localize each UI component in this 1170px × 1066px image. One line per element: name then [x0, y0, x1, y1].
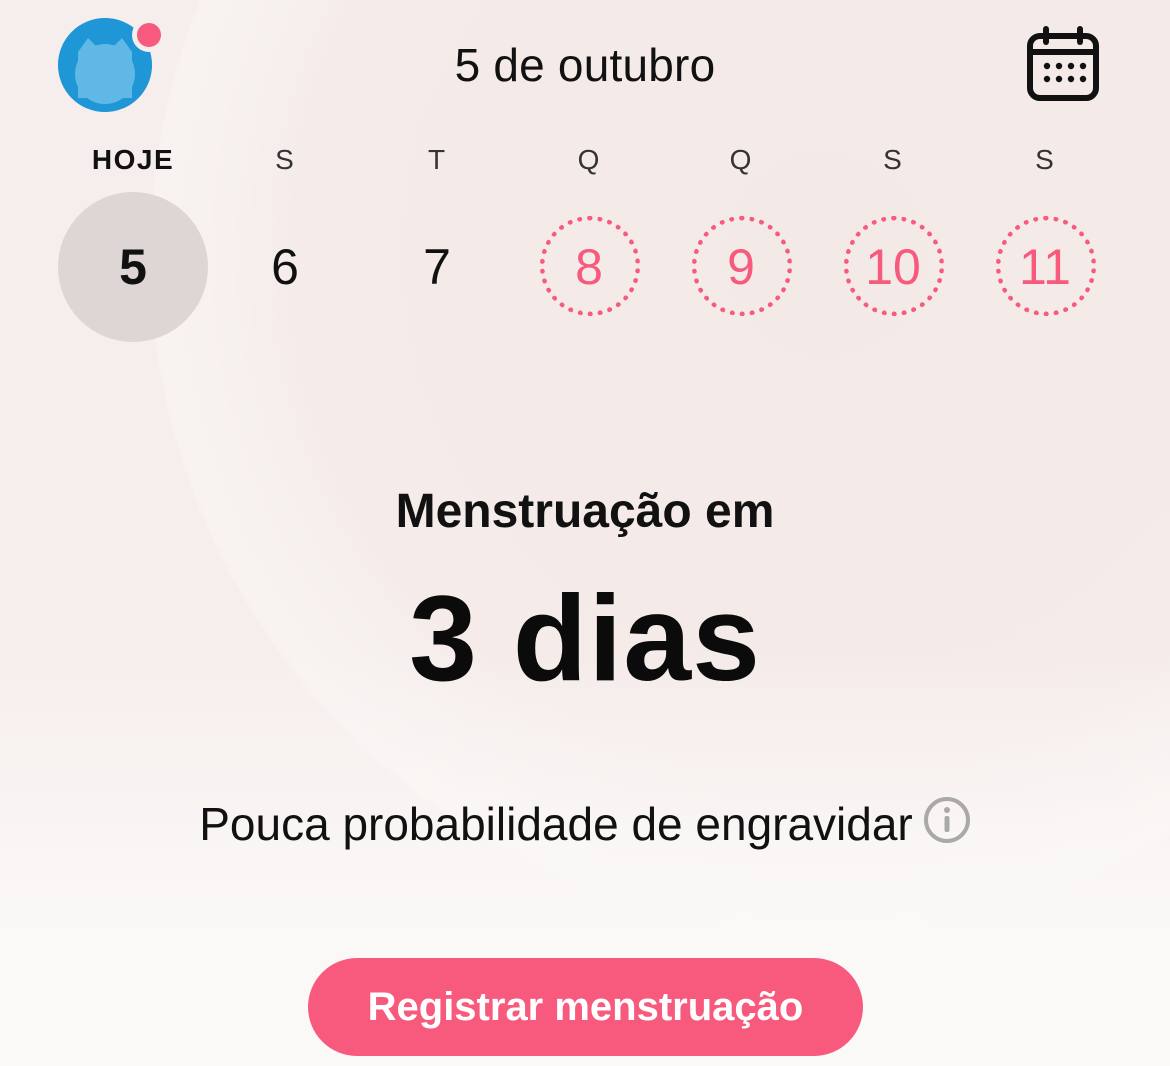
weekday-label: Q: [577, 144, 601, 175]
day-11[interactable]: S 11: [970, 140, 1120, 350]
period-countdown: 3 dias: [409, 570, 761, 706]
day-number: 5: [119, 239, 147, 295]
day-number: 10: [865, 239, 921, 295]
day-number: 7: [423, 239, 451, 295]
day-6[interactable]: S 6: [210, 140, 360, 350]
pregnancy-chance-row: Pouca probabilidade de engravidar: [0, 796, 1170, 851]
calendar-icon: [1027, 26, 1099, 101]
day-7[interactable]: T 7: [362, 140, 512, 350]
page-title: 5 de outubro: [454, 39, 716, 91]
app-screen: 5 de outubro HOJE 5 S 6 T 7 Q 8 Q 9 S 10…: [0, 0, 1170, 1066]
pregnancy-chance-text: Pouca probabilidade de engravidar: [199, 798, 913, 850]
weekday-label: S: [1035, 144, 1055, 175]
calendar-button[interactable]: [1026, 26, 1102, 104]
weekday-label: S: [883, 144, 903, 175]
day-8[interactable]: Q 8: [514, 140, 664, 350]
period-status-label: Menstruação em: [395, 485, 775, 538]
day-number: 8: [575, 239, 603, 295]
weekday-label: HOJE: [91, 144, 175, 175]
day-10[interactable]: S 10: [818, 140, 968, 350]
log-period-button[interactable]: Registrar menstruação: [308, 958, 863, 1056]
day-9[interactable]: Q 9: [666, 140, 816, 350]
weekday-label: T: [427, 144, 447, 175]
day-number: 6: [271, 239, 299, 295]
info-icon[interactable]: [923, 796, 971, 844]
notification-dot: [132, 18, 166, 52]
weekday-label: Q: [729, 144, 753, 175]
day-number: 11: [1019, 239, 1071, 295]
weekday-label: S: [275, 144, 295, 175]
day-number: 9: [727, 239, 755, 295]
day-today[interactable]: HOJE 5: [58, 140, 208, 350]
